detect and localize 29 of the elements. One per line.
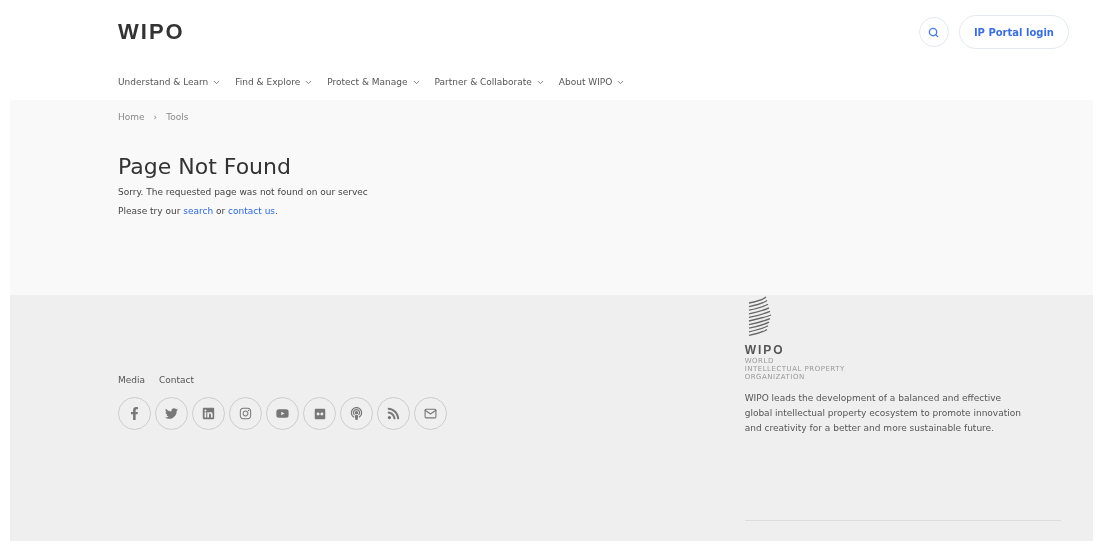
nav-item[interactable]: Understand & Learn — [118, 77, 222, 87]
play-icon — [276, 407, 289, 420]
breadcrumb-link[interactable]: Home — [118, 112, 145, 122]
nav-item[interactable]: Protect & Manage — [327, 77, 421, 87]
about-text: WIPO leads the development of a balanced and effective global intellectual property ecosystem to promote innovation and creativity for a better and more sustainable future. — [744, 392, 1022, 435]
linkedin-icon — [202, 407, 215, 420]
footer-link[interactable]: Contact — [159, 375, 195, 385]
bird-icon — [165, 407, 178, 420]
search-button[interactable] — [918, 17, 949, 47]
wipo-wordmark: WIPO — [744, 343, 786, 357]
nav-item[interactable]: Partner & Collaborate — [434, 77, 545, 87]
podcast-icon — [350, 407, 363, 420]
nav-item[interactable]: About WIPO — [558, 77, 626, 87]
search-icon — [928, 26, 940, 38]
envelope-icon — [424, 407, 437, 420]
rss-icon — [387, 407, 400, 420]
camera-icon — [239, 407, 252, 420]
wipo-logo[interactable]: WIPO — [118, 19, 185, 45]
two-dots-icon — [313, 407, 326, 420]
search-link[interactable]: search — [183, 206, 214, 216]
error-message: Sorry. The requested page was not found on our servec — [118, 187, 369, 197]
footer-link[interactable]: Media — [118, 375, 146, 385]
help-text: Please try our search or contact us. — [118, 206, 279, 216]
nav-item[interactable]: Find & Explore — [235, 77, 314, 87]
page-title: Page Not Found — [118, 154, 292, 179]
breadcrumb-link[interactable]: Tools — [166, 112, 189, 122]
breadcrumb-separator: › — [153, 112, 158, 122]
facebook-icon — [128, 407, 141, 420]
login-button[interactable]: IP Portal login — [958, 15, 1069, 49]
